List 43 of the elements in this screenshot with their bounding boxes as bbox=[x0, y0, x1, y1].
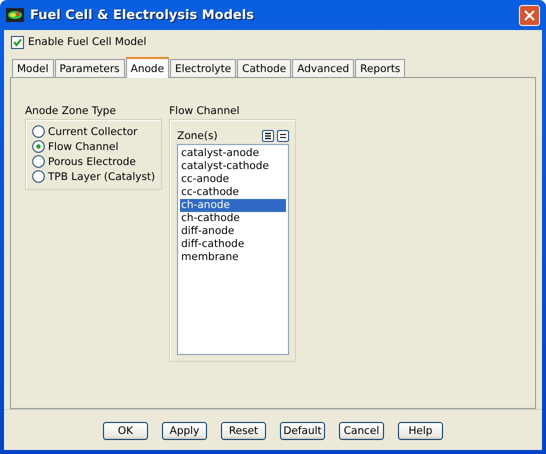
radio-label: Current Collector bbox=[48, 126, 138, 138]
zone-list-item[interactable]: diff-anode bbox=[180, 225, 286, 238]
tab[interactable]: Advanced bbox=[292, 59, 354, 77]
tab[interactable]: Model bbox=[12, 59, 54, 77]
close-icon bbox=[524, 10, 535, 20]
dialog-button[interactable]: Apply bbox=[162, 422, 207, 440]
tab[interactable]: Electrolyte bbox=[170, 59, 236, 77]
group-label: Anode Zone Type bbox=[25, 105, 117, 119]
zone-list-item[interactable]: catalyst-anode bbox=[180, 147, 286, 160]
radio-button[interactable] bbox=[32, 125, 45, 138]
deselect-all-button[interactable] bbox=[277, 130, 290, 142]
dialog-button[interactable]: Reset bbox=[221, 422, 266, 440]
zone-list-item[interactable]: ch-cathode bbox=[180, 212, 286, 225]
radio-button[interactable] bbox=[32, 170, 45, 183]
radio-label: TPB Layer (Catalyst) bbox=[48, 170, 156, 182]
list-label: Zone(s) bbox=[177, 130, 218, 142]
enable-checkbox[interactable] bbox=[11, 36, 24, 48]
tab[interactable]: Parameters bbox=[54, 59, 125, 77]
radio-label: Flow Channel bbox=[48, 140, 118, 152]
dialog-button[interactable]: Help bbox=[398, 422, 443, 440]
equals-icon bbox=[279, 132, 288, 140]
list-icon bbox=[264, 132, 272, 140]
radio-button[interactable] bbox=[32, 140, 45, 153]
radio-label: Porous Electrode bbox=[48, 156, 136, 168]
select-all-button[interactable] bbox=[262, 130, 274, 142]
dialog-button[interactable]: Cancel bbox=[339, 422, 384, 440]
tab[interactable]: Cathode bbox=[237, 59, 292, 77]
zone-list-item[interactable]: catalyst-cathode bbox=[180, 160, 286, 173]
app-icon bbox=[6, 8, 24, 22]
close-button[interactable] bbox=[519, 4, 540, 26]
zone-list-item[interactable]: diff-cathode bbox=[180, 238, 286, 251]
tab[interactable]: Anode bbox=[126, 57, 170, 78]
group-label: Flow Channel bbox=[169, 105, 241, 119]
checkbox-label: Enable Fuel Cell Model bbox=[28, 36, 146, 48]
zone-list-item[interactable]: cc-cathode bbox=[180, 186, 286, 199]
dialog-button[interactable]: Default bbox=[280, 422, 325, 440]
radio-button[interactable] bbox=[32, 155, 45, 168]
zone-list-item[interactable]: ch-anode bbox=[180, 199, 286, 212]
zone-list-item[interactable]: membrane bbox=[180, 251, 286, 264]
dialog-button[interactable]: OK bbox=[103, 422, 148, 440]
zone-list-item[interactable]: cc-anode bbox=[180, 173, 286, 186]
window-title: Fuel Cell & Electrolysis Models bbox=[30, 8, 255, 22]
tab[interactable]: Reports bbox=[355, 59, 406, 77]
